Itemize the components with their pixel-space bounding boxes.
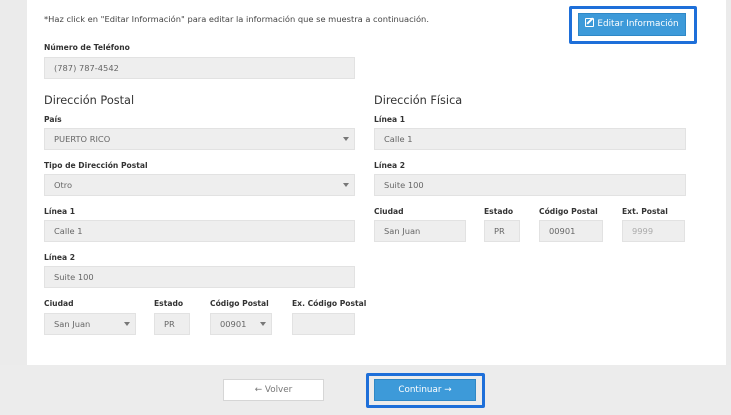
physical-line2-label: Línea 2 [374, 161, 406, 170]
postal-zip-value: 00901 [220, 319, 247, 329]
edit-notice: *Haz click en "Editar Información" para … [44, 14, 429, 24]
physical-line1-field[interactable]: Calle 1 [374, 128, 686, 150]
postal-line2-label: Línea 2 [44, 253, 76, 262]
postal-line2-field[interactable]: Suite 100 [44, 266, 355, 288]
postal-zip-label: Código Postal [210, 299, 269, 308]
postal-line1-field[interactable]: Calle 1 [44, 220, 355, 242]
physical-zip-label: Código Postal [539, 207, 598, 216]
postal-line1-label: Línea 1 [44, 207, 76, 216]
postal-type-select[interactable]: Otro [44, 174, 355, 196]
postal-heading: Dirección Postal [44, 94, 135, 107]
phone-label: Número de Teléfono [44, 43, 130, 52]
postal-state-label: Estado [154, 299, 184, 308]
postal-type-label: Tipo de Dirección Postal [44, 161, 148, 170]
country-select[interactable]: PUERTO RICO [44, 128, 355, 150]
edit-icon [585, 18, 595, 27]
physical-ext-field[interactable]: 9999 [622, 220, 685, 242]
physical-line2-field[interactable]: Suite 100 [374, 174, 686, 196]
physical-state-label: Estado [484, 207, 514, 216]
chevron-down-icon [124, 322, 130, 326]
continue-button[interactable]: Continuar → [374, 379, 476, 401]
physical-zip-field[interactable]: 00901 [539, 220, 603, 242]
back-button[interactable]: ← Volver [223, 379, 324, 401]
phone-field[interactable]: (787) 787-4542 [44, 57, 355, 79]
physical-city-label: Ciudad [374, 207, 404, 216]
postal-ext-field[interactable] [292, 313, 355, 335]
postal-ext-label: Ex. Código Postal [292, 299, 367, 308]
edit-info-button[interactable]: Editar Información [578, 13, 686, 36]
edit-info-label: Editar Información [597, 19, 679, 29]
postal-zip-select[interactable]: 00901 [210, 313, 272, 335]
physical-state-field[interactable]: PR [484, 220, 520, 242]
physical-heading: Dirección Física [374, 94, 463, 107]
country-value: PUERTO RICO [54, 134, 111, 144]
postal-state-field[interactable]: PR [154, 313, 190, 335]
postal-city-value: San Juan [54, 319, 91, 329]
chevron-down-icon [343, 183, 349, 187]
postal-city-select[interactable]: San Juan [44, 313, 136, 335]
chevron-down-icon [343, 137, 349, 141]
postal-type-value: Otro [54, 180, 73, 190]
physical-city-field[interactable]: San Juan [374, 220, 466, 242]
physical-line1-label: Línea 1 [374, 115, 406, 124]
physical-ext-label: Ext. Postal [622, 207, 668, 216]
country-label: País [44, 115, 62, 124]
chevron-down-icon [260, 322, 266, 326]
postal-city-label: Ciudad [44, 299, 74, 308]
